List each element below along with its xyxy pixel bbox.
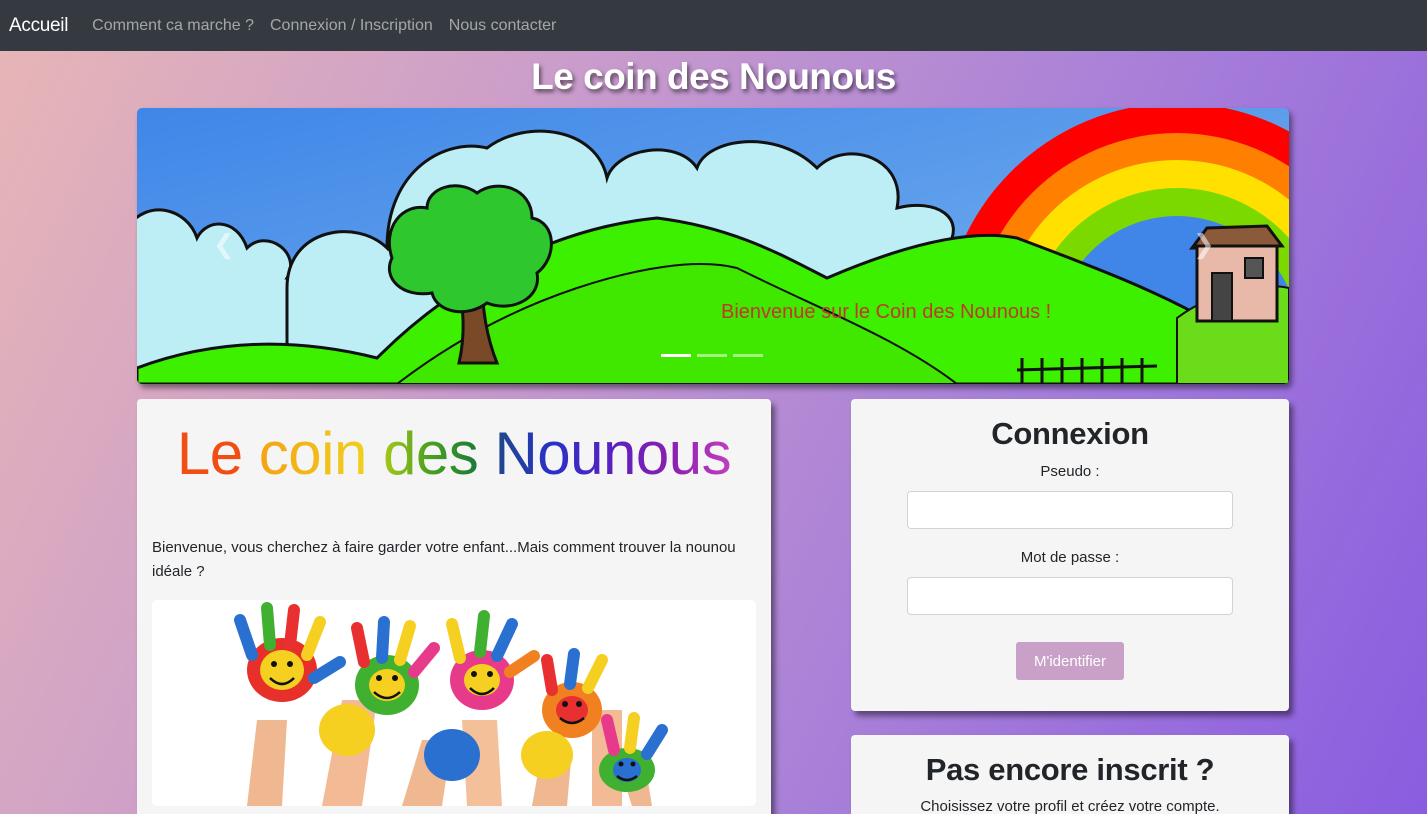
password-label: Mot de passe : — [1020, 549, 1120, 566]
password-input[interactable] — [907, 577, 1233, 615]
carousel-caption: Bienvenue sur le Coin des Nounous ! — [721, 301, 1052, 323]
welcome-title-word-2: coin — [258, 420, 368, 487]
top-navbar: Accueil Comment ca marche ? Connexion / … — [0, 0, 1427, 51]
nav-link-login-signup[interactable]: Connexion / Inscription — [270, 17, 433, 35]
carousel-indicator-3[interactable] — [733, 354, 763, 357]
pseudo-input[interactable] — [907, 491, 1233, 529]
welcome-title-word-4: Nounous — [494, 420, 732, 487]
chevron-left-icon[interactable]: ❮ — [213, 230, 235, 260]
carousel-slide-illustration — [137, 108, 1289, 384]
carousel-indicator-1[interactable] — [661, 354, 691, 357]
hero-carousel: ❮ ❯ Bienvenue sur le Coin des Nounous ! — [137, 108, 1289, 384]
register-title: Pas encore inscrit ? — [925, 752, 1215, 787]
login-card: Connexion Pseudo : Mot de passe : M'iden… — [851, 399, 1289, 711]
nav-link-contact[interactable]: Nous contacter — [449, 17, 557, 35]
login-submit-button[interactable]: M'identifier — [1016, 642, 1124, 680]
login-title: Connexion — [991, 416, 1149, 451]
welcome-card: Le coin des Nounous Bienvenue, vous cher… — [137, 399, 771, 814]
welcome-title-word-3: des — [383, 420, 479, 487]
welcome-intro-text: Bienvenue, vous cherchez à faire garder … — [152, 539, 736, 580]
register-text: Choisissez votre profil et créez votre c… — [920, 798, 1220, 814]
welcome-title: Le coin des Nounous — [137, 419, 771, 488]
nav-brand-home[interactable]: Accueil — [9, 15, 68, 37]
chevron-right-icon[interactable]: ❯ — [1193, 230, 1215, 260]
site-title: Le coin des Nounous — [531, 56, 896, 97]
painted-hands-illustration — [234, 602, 668, 806]
nav-link-how-it-works[interactable]: Comment ca marche ? — [92, 17, 254, 35]
register-card: Pas encore inscrit ? Choisissez votre pr… — [851, 735, 1289, 814]
carousel-indicator-2[interactable] — [697, 354, 727, 357]
welcome-title-word-1: Le — [176, 420, 243, 487]
carousel-indicators — [661, 354, 763, 357]
painted-hands-image — [152, 600, 756, 806]
pseudo-label: Pseudo : — [1040, 463, 1100, 480]
